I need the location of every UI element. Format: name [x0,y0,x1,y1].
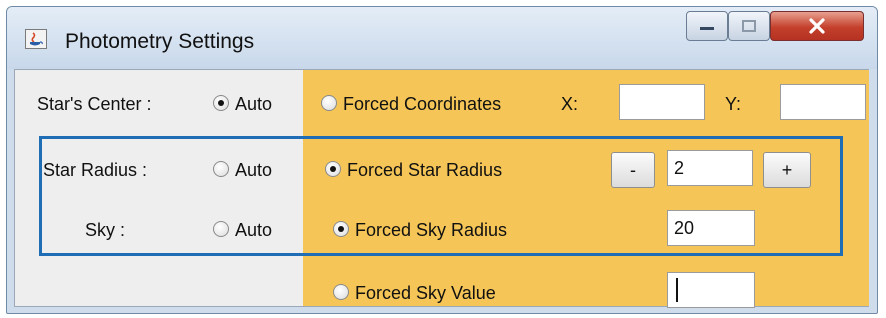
forced-coordinates-label: Forced Coordinates [343,94,502,114]
star-radius-label: Star Radius : [43,160,148,180]
forced-star-radius-radio[interactable] [325,161,341,177]
x-label: X: [561,94,579,114]
title-bar[interactable]: Photometry Settings [7,7,877,69]
sky-auto-label: Auto [235,220,273,240]
maximize-button[interactable] [728,11,770,41]
text-cursor [676,278,678,302]
star-radius-auto-radio[interactable] [213,161,229,177]
star-radius-auto-label: Auto [235,160,273,180]
y-label: Y: [725,94,742,114]
photometry-settings-window: Photometry Settings Star's Center : Auto… [6,6,878,314]
forced-sky-value-radio[interactable] [333,284,349,300]
sky-radius-input[interactable] [667,210,755,246]
decrement-star-radius-button[interactable]: - [611,152,655,188]
star-radius-input[interactable] [667,150,753,186]
star-center-auto-radio[interactable] [213,95,229,111]
sky-label: Sky : [85,220,126,240]
sky-value-input[interactable] [667,272,755,308]
settings-panel: Star's Center : Auto Forced Coordinates … [14,69,869,308]
java-icon [25,29,47,49]
close-icon [771,12,863,40]
minimize-icon [687,12,727,40]
forced-star-radius-label: Forced Star Radius [347,160,503,180]
sky-auto-radio[interactable] [213,221,229,237]
star-center-label: Star's Center : [37,94,152,114]
x-coordinate-input[interactable] [619,84,705,120]
close-button[interactable] [770,11,864,41]
forced-sky-radius-radio[interactable] [333,221,349,237]
window-title: Photometry Settings [65,30,255,53]
y-coordinate-input[interactable] [780,84,866,120]
maximize-icon [729,12,769,40]
minimize-button[interactable] [686,11,728,41]
forced-sky-radius-label: Forced Sky Radius [355,220,508,240]
increment-star-radius-button[interactable]: + [763,152,811,188]
forced-sky-value-label: Forced Sky Value [355,283,496,303]
forced-coordinates-radio[interactable] [321,95,337,111]
star-center-auto-label: Auto [235,94,273,114]
